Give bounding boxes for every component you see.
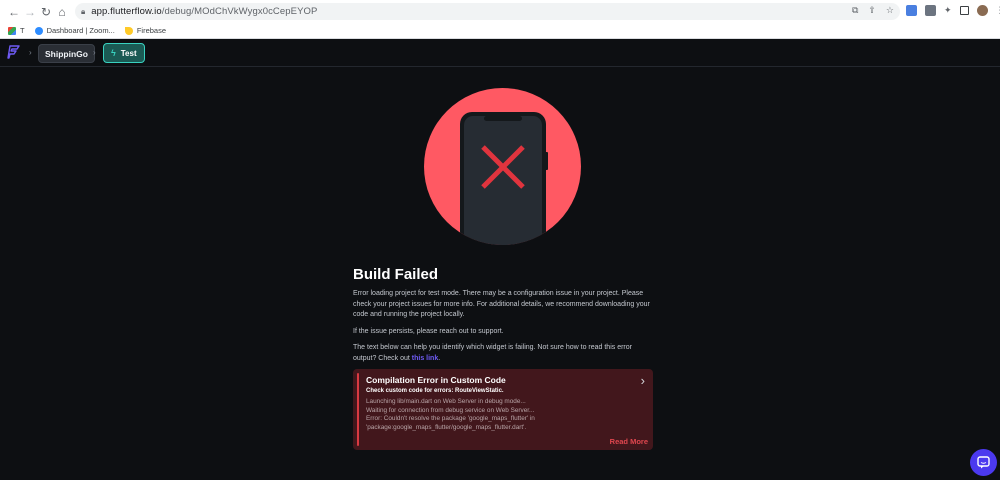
- home-icon[interactable]: ⌂: [53, 3, 71, 21]
- support-note: If the issue persists, please reach out …: [353, 327, 504, 335]
- chat-support-button[interactable]: [970, 449, 997, 476]
- build-failed-content: Build Failed Error loading project for t…: [353, 266, 653, 370]
- url-path: /debug/MOdChVkWygx0cCepEYOP: [161, 6, 318, 17]
- error-description: Error loading project for test mode. The…: [353, 290, 650, 318]
- chat-icon: [977, 456, 990, 469]
- bookmark-star-icon[interactable]: ☆: [886, 5, 894, 16]
- build-failed-illustration: [424, 88, 581, 245]
- error-subtitle: Check custom code for errors: RouteViewS…: [366, 388, 504, 394]
- flutterflow-logo-icon[interactable]: [7, 45, 21, 59]
- bookmark-item[interactable]: Dashboard | Zoom...: [34, 26, 115, 35]
- extension-icon[interactable]: [925, 5, 936, 16]
- error-accent-bar: [357, 373, 359, 446]
- project-breadcrumb[interactable]: ShippinGo: [38, 44, 95, 63]
- chevron-right-icon: ›: [93, 48, 96, 57]
- help-link[interactable]: this link: [412, 355, 438, 362]
- bookmark-item[interactable]: Firebase: [124, 26, 166, 35]
- google-apps-icon: [8, 26, 16, 35]
- error-log-line: Waiting for connection from debug servic…: [366, 406, 535, 414]
- menu-kebab-icon[interactable]: ⋮: [996, 5, 1000, 16]
- error-log-line: Launching lib/main.dart on Web Server in…: [366, 398, 526, 405]
- open-external-icon[interactable]: ⧉: [852, 5, 858, 16]
- error-log: Launching lib/main.dart on Web Server in…: [366, 398, 606, 432]
- avatar[interactable]: [976, 5, 988, 16]
- help-text: The text below can help you identify whi…: [353, 344, 632, 362]
- address-bar[interactable]: 🔒︎ app.flutterflow.io/debug/MOdChVkWygx0…: [75, 3, 900, 20]
- error-log-line: Error: Couldn't resolve the package 'goo…: [366, 415, 535, 431]
- read-more-button[interactable]: Read More: [610, 437, 648, 446]
- error-card[interactable]: Compilation Error in Custom Code Check c…: [353, 369, 653, 450]
- zoom-icon: [34, 26, 43, 35]
- app-header: › ShippinGo › ϟ Test: [0, 40, 1000, 67]
- lightning-icon: ϟ: [111, 48, 116, 58]
- chevron-right-icon[interactable]: ›: [641, 373, 645, 388]
- test-mode-badge[interactable]: ϟ Test: [103, 43, 145, 63]
- bookmarks-bar: T Dashboard | Zoom... Firebase: [0, 23, 1000, 39]
- puzzle-icon[interactable]: ✦: [944, 5, 952, 16]
- bookmark-item[interactable]: T: [8, 26, 25, 35]
- lock-icon: 🔒︎: [81, 6, 86, 16]
- share-icon[interactable]: ⇪: [868, 5, 876, 16]
- browser-toolbar: ← → ↻ ⌂ 🔒︎ app.flutterflow.io/debug/MOdC…: [0, 0, 1000, 23]
- extension-icon[interactable]: [906, 5, 917, 16]
- firebase-icon: [124, 26, 133, 35]
- url-host: app.flutterflow.io: [91, 6, 162, 17]
- error-title: Compilation Error in Custom Code: [366, 375, 506, 385]
- chevron-right-icon: ›: [29, 48, 32, 57]
- sidepanel-icon[interactable]: [959, 6, 969, 15]
- page-title: Build Failed: [353, 266, 439, 283]
